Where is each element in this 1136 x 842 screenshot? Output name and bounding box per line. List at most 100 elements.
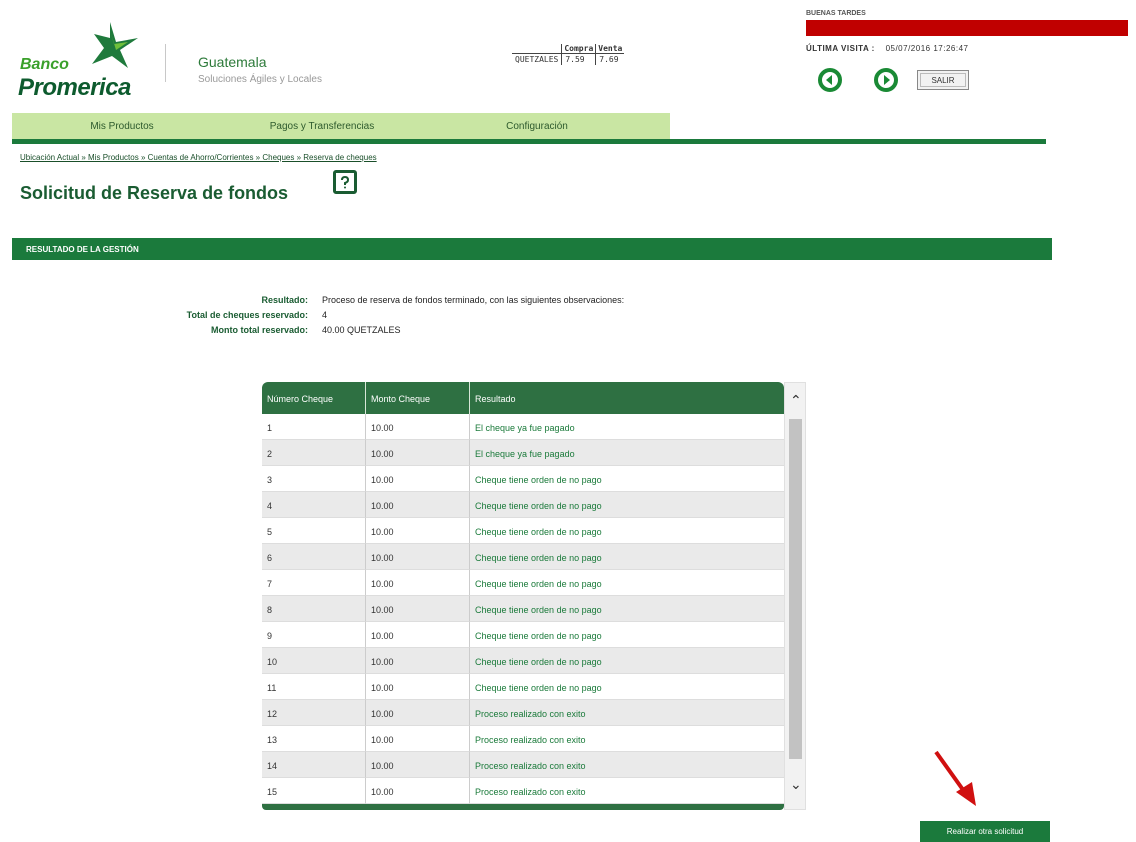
cell-numero: 6 (262, 544, 366, 570)
cell-resultado: Proceso realizado con exito (470, 700, 784, 726)
page-title: Solicitud de Reserva de fondos (20, 183, 289, 203)
cell-monto: 10.00 (366, 466, 470, 492)
cell-numero: 7 (262, 570, 366, 596)
cell-resultado: El cheque ya fue pagado (470, 414, 784, 440)
table-footer (262, 804, 784, 810)
breadcrumb[interactable]: Ubicación Actual » Mis Productos » Cuent… (20, 153, 377, 162)
rate-currency: QUETZALES (512, 53, 562, 65)
cell-numero: 12 (262, 700, 366, 726)
cell-monto: 10.00 (366, 492, 470, 518)
cell-monto: 10.00 (366, 596, 470, 622)
menu-item-configuracion[interactable]: Configuración (412, 121, 662, 132)
cell-numero: 10 (262, 648, 366, 674)
forward-arrow-icon[interactable] (874, 68, 898, 92)
table-row: 14 10.00 Proceso realizado con exito (262, 752, 784, 778)
cell-numero: 15 (262, 778, 366, 804)
rate-header-buy: Compra (561, 44, 596, 54)
table-row: 4 10.00 Cheque tiene orden de no pago (262, 492, 784, 518)
cell-monto: 10.00 (366, 778, 470, 804)
cell-monto: 10.00 (366, 544, 470, 570)
cell-monto: 10.00 (366, 674, 470, 700)
cell-resultado: Cheque tiene orden de no pago (470, 622, 784, 648)
results-table: Número Cheque Monto Cheque Resultado 1 10… (262, 382, 784, 814)
cell-numero: 14 (262, 752, 366, 778)
cell-numero: 5 (262, 518, 366, 544)
summary-value: 40.00 QUETZALES (322, 325, 401, 335)
cell-numero: 13 (262, 726, 366, 752)
cell-monto: 10.00 (366, 518, 470, 544)
column-header-monto[interactable]: Monto Cheque (366, 382, 470, 414)
cell-monto: 10.00 (366, 700, 470, 726)
star-logo-icon (92, 22, 138, 68)
logo-divider (165, 44, 166, 82)
table-row: 10 10.00 Cheque tiene orden de no pago (262, 648, 784, 674)
table-row: 13 10.00 Proceso realizado con exito (262, 726, 784, 752)
summary-label: Monto total reservado: (210, 325, 308, 335)
menu-item-pagos[interactable]: Pagos y Transferencias (232, 121, 412, 132)
table-row: 1 10.00 El cheque ya fue pagado (262, 414, 784, 440)
last-visit: ÚLTIMA VISITA : 05/07/2016 17:26:47 (806, 44, 968, 53)
cell-numero: 9 (262, 622, 366, 648)
cell-monto: 10.00 (366, 648, 470, 674)
summary-label: Total de cheques reservado: (186, 310, 308, 320)
table-row: 3 10.00 Cheque tiene orden de no pago (262, 466, 784, 492)
cell-resultado: Proceso realizado con exito (470, 726, 784, 752)
menu-underline (12, 139, 1046, 144)
country-name: Guatemala (198, 54, 267, 70)
cell-resultado: Cheque tiene orden de no pago (470, 492, 784, 518)
cell-resultado: Cheque tiene orden de no pago (470, 596, 784, 622)
greeting: BUENAS TARDES (806, 10, 866, 17)
cell-monto: 10.00 (366, 414, 470, 440)
help-icon[interactable] (333, 170, 357, 194)
cell-resultado: Cheque tiene orden de no pago (470, 466, 784, 492)
cell-resultado: Proceso realizado con exito (470, 752, 784, 778)
section-header: RESULTADO DE LA GESTIÓN (12, 238, 1052, 260)
logout-button[interactable]: SALIR (917, 70, 969, 90)
bank-logo: Banco Promerica (16, 20, 156, 101)
table-row: 5 10.00 Cheque tiene orden de no pago (262, 518, 784, 544)
cell-resultado: Cheque tiene orden de no pago (470, 674, 784, 700)
rate-sell: 7.69 (595, 53, 625, 65)
cell-numero: 3 (262, 466, 366, 492)
table-row: 6 10.00 Cheque tiene orden de no pago (262, 544, 784, 570)
scroll-thumb[interactable] (789, 419, 802, 759)
back-arrow-icon[interactable] (818, 68, 842, 92)
logo-banco-text: Banco (20, 56, 69, 73)
summary-value: Proceso de reserva de fondos terminado, … (322, 295, 625, 305)
table-body: 1 10.00 El cheque ya fue pagado 2 10.00 El ch… (262, 414, 784, 804)
scroll-down-icon[interactable]: ⌄ (790, 777, 802, 793)
cell-monto: 10.00 (366, 622, 470, 648)
table-row: 2 10.00 El cheque ya fue pagado (262, 440, 784, 466)
table-scrollbar[interactable]: ⌃ ⌄ (784, 382, 806, 810)
column-header-numero[interactable]: Número Cheque (262, 382, 366, 414)
summary-row: Monto total reservado: 40.00 QUETZALES (0, 325, 624, 340)
scroll-up-icon[interactable]: ⌃ (790, 393, 802, 409)
cell-resultado: Cheque tiene orden de no pago (470, 648, 784, 674)
table-row: 12 10.00 Proceso realizado con exito (262, 700, 784, 726)
cell-monto: 10.00 (366, 752, 470, 778)
last-visit-value: 05/07/2016 17:26:47 (885, 44, 969, 53)
table-row: 7 10.00 Cheque tiene orden de no pago (262, 570, 784, 596)
table-row: 11 10.00 Cheque tiene orden de no pago (262, 674, 784, 700)
summary-row: Total de cheques reservado: 4 (0, 310, 624, 325)
rate-header-sell: Venta (595, 44, 625, 54)
menu-item-mis-productos[interactable]: Mis Productos (12, 121, 232, 132)
cell-resultado: Cheque tiene orden de no pago (470, 544, 784, 570)
exchange-rate-table: Compra Venta QUETZALES 7.59 7.69 (512, 44, 625, 65)
cell-monto: 10.00 (366, 570, 470, 596)
rate-buy: 7.59 (561, 53, 596, 65)
summary-row: Resultado: Proceso de reserva de fondos … (0, 295, 624, 310)
summary-value: 4 (322, 310, 328, 320)
logo-promerica-text: Promerica (18, 74, 131, 101)
cell-numero: 8 (262, 596, 366, 622)
cell-numero: 11 (262, 674, 366, 700)
tagline: Soluciones Ágiles y Locales (198, 74, 322, 85)
new-request-button[interactable]: Realizar otra solicitud (920, 821, 1050, 842)
cell-numero: 4 (262, 492, 366, 518)
column-header-resultado[interactable]: Resultado (470, 382, 784, 414)
cell-resultado: El cheque ya fue pagado (470, 440, 784, 466)
result-summary: Resultado: Proceso de reserva de fondos … (0, 295, 625, 340)
cell-resultado: Cheque tiene orden de no pago (470, 570, 784, 596)
cell-numero: 2 (262, 440, 366, 466)
cell-numero: 1 (262, 414, 366, 440)
